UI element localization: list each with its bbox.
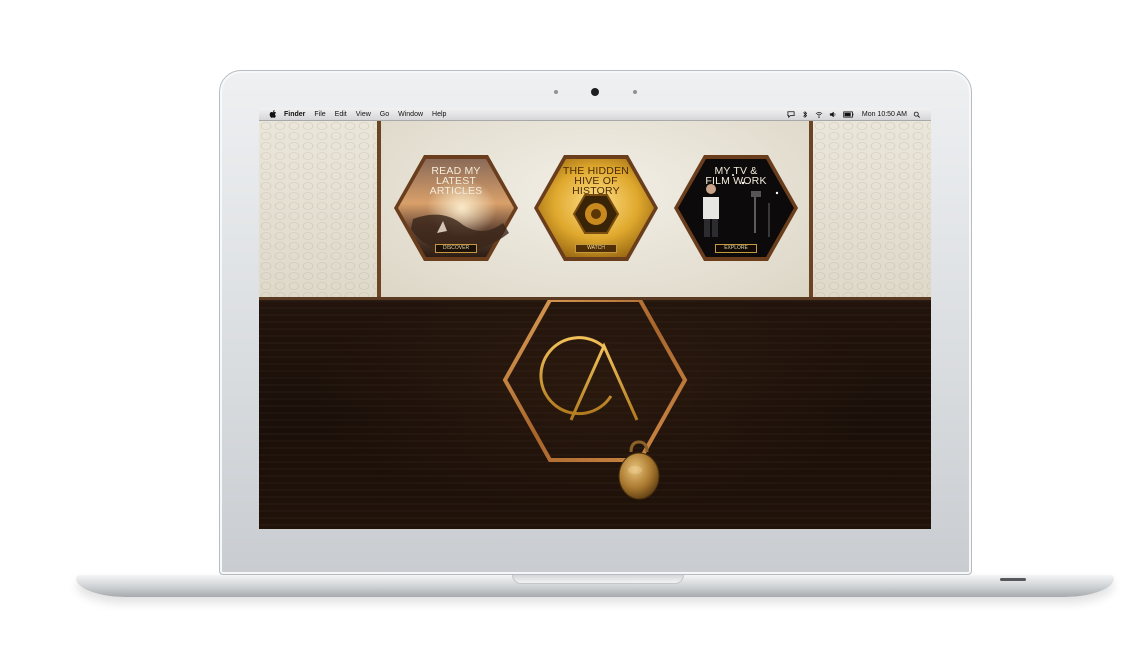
hex-tv-title-line: FILM WORK (705, 175, 767, 187)
padlock-icon (618, 440, 660, 500)
webcam (591, 88, 599, 96)
hero-panel: READ MY LATEST ARTICLES DISCOVER THE HID… (259, 121, 931, 299)
hex-tv-title: MY TV & FILM WORK (673, 166, 799, 187)
hex-tv-film[interactable]: MY TV & FILM WORK EXPLORE (673, 153, 799, 263)
battery-icon[interactable] (843, 111, 854, 118)
discover-button[interactable]: DISCOVER (435, 244, 477, 253)
right-wood-rail (809, 121, 813, 299)
hex-hidden-hive[interactable]: THE HIDDEN HIVE OF HISTORY WATCH (533, 153, 659, 263)
lid-opening-notch (512, 575, 684, 584)
laptop-screen: Finder File Edit View Go Window Help Mon… (259, 108, 931, 529)
wifi-icon[interactable] (815, 111, 823, 118)
menu-window[interactable]: Window (398, 111, 423, 118)
hex-hive-title-line: HISTORY (572, 185, 620, 197)
menu-edit[interactable]: Edit (335, 111, 347, 118)
apple-icon[interactable] (269, 110, 277, 118)
hex-articles-title-line: ARTICLES (429, 185, 483, 197)
wood-footer-panel (259, 300, 931, 529)
light-sensor-dot (633, 90, 637, 94)
logo-emblem[interactable] (259, 300, 931, 529)
menubar-clock[interactable]: Mon 10:50 AM (862, 111, 907, 118)
honeycomb-artifact (572, 194, 620, 234)
hex-articles-title: READ MY LATEST ARTICLES (393, 166, 519, 197)
menu-finder[interactable]: Finder (284, 111, 305, 118)
menu-go[interactable]: Go (380, 111, 389, 118)
chat-icon[interactable] (787, 111, 795, 118)
menu-help[interactable]: Help (432, 111, 446, 118)
menu-view[interactable]: View (356, 111, 371, 118)
volume-icon[interactable] (829, 111, 837, 118)
usb-port (1000, 578, 1026, 581)
left-pattern-panel (259, 121, 377, 299)
microphone-dot (554, 90, 558, 94)
hex-hive-title: THE HIDDEN HIVE OF HISTORY (533, 166, 659, 197)
menu-bar: Finder File Edit View Go Window Help Mon… (259, 108, 931, 121)
watch-button[interactable]: WATCH (575, 244, 617, 253)
bluetooth-icon[interactable] (801, 111, 809, 118)
status-area: Mon 10:50 AM (781, 108, 921, 121)
ga-monogram-icon (539, 336, 639, 421)
hex-articles[interactable]: READ MY LATEST ARTICLES DISCOVER (393, 153, 519, 263)
explore-button[interactable]: EXPLORE (715, 244, 757, 253)
spotlight-icon[interactable] (913, 111, 921, 118)
hex-menu-area: READ MY LATEST ARTICLES DISCOVER THE HID… (381, 121, 809, 299)
menu-file[interactable]: File (314, 111, 325, 118)
right-pattern-panel (813, 121, 931, 299)
logo-hexagon (502, 300, 688, 462)
